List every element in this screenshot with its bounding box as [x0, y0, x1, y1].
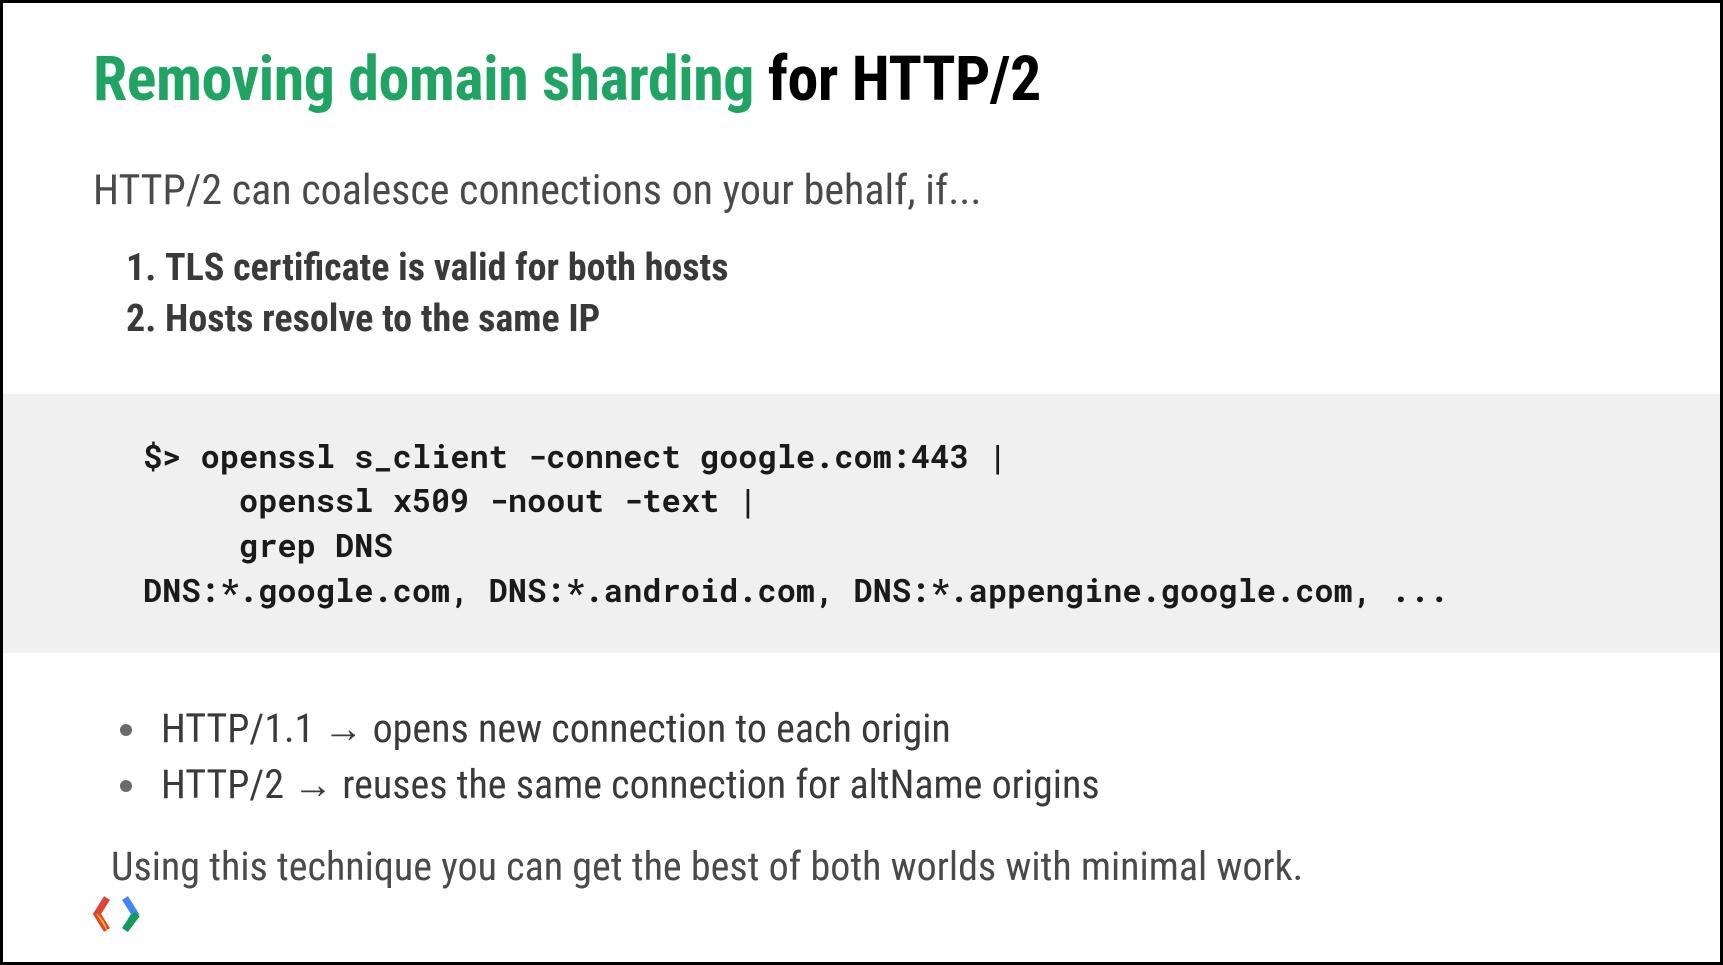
- bullet-item: HTTP/2 → reuses the same connection for …: [151, 757, 1630, 813]
- bullet-item: HTTP/1.1 → opens new connection to each …: [151, 701, 1630, 757]
- condition-item: TLS certificate is valid for both hosts: [108, 243, 1630, 294]
- subtitle: HTTP/2 can coalesce connections on your …: [93, 166, 1630, 215]
- slide-title: Removing domain sharding for HTTP/2: [93, 43, 1630, 116]
- code-block: $> openssl s_client -connect google.com:…: [3, 394, 1720, 653]
- closing-text: Using this technique you can get the bes…: [111, 843, 1630, 890]
- title-black: for HTTP/2: [754, 43, 1041, 116]
- condition-item: Hosts resolve to the same IP: [108, 294, 1630, 345]
- conditions-list: TLS certificate is valid for both hosts …: [108, 243, 1630, 346]
- title-green: Removing domain sharding: [93, 43, 754, 116]
- google-developers-logo-icon: [93, 894, 141, 934]
- bullets-list: HTTP/1.1 → opens new connection to each …: [151, 701, 1630, 813]
